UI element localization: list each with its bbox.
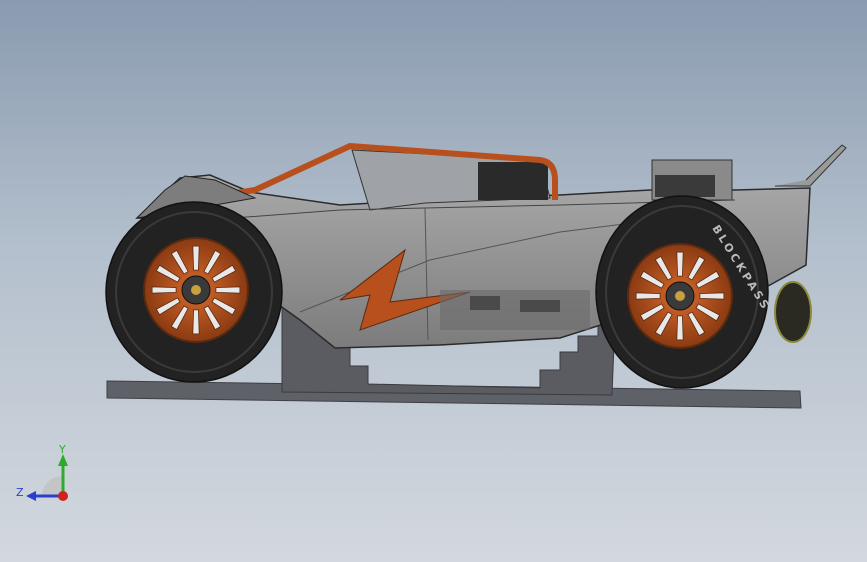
rim-spoke-cutout: [676, 315, 684, 341]
front-wheel: [105, 201, 283, 383]
rim-spoke-cutout: [192, 245, 200, 271]
rim-spoke-cutout: [215, 286, 241, 294]
coordinate-triad: [0, 430, 90, 510]
y-axis-label: Y: [59, 443, 66, 456]
z-axis-label: Z: [16, 486, 24, 499]
rim-spoke-cutout: [192, 309, 200, 335]
rim-spoke-cutout: [635, 292, 661, 300]
model-render[interactable]: BLOCKPASS: [0, 0, 867, 562]
rear-bumper-wheel: [774, 281, 812, 343]
rim-spoke-cutout: [676, 251, 684, 277]
cad-viewport[interactable]: BLOCKPASS Y Z: [0, 0, 867, 562]
rim-spoke-cutout: [699, 292, 725, 300]
rim-spoke-cutout: [151, 286, 177, 294]
